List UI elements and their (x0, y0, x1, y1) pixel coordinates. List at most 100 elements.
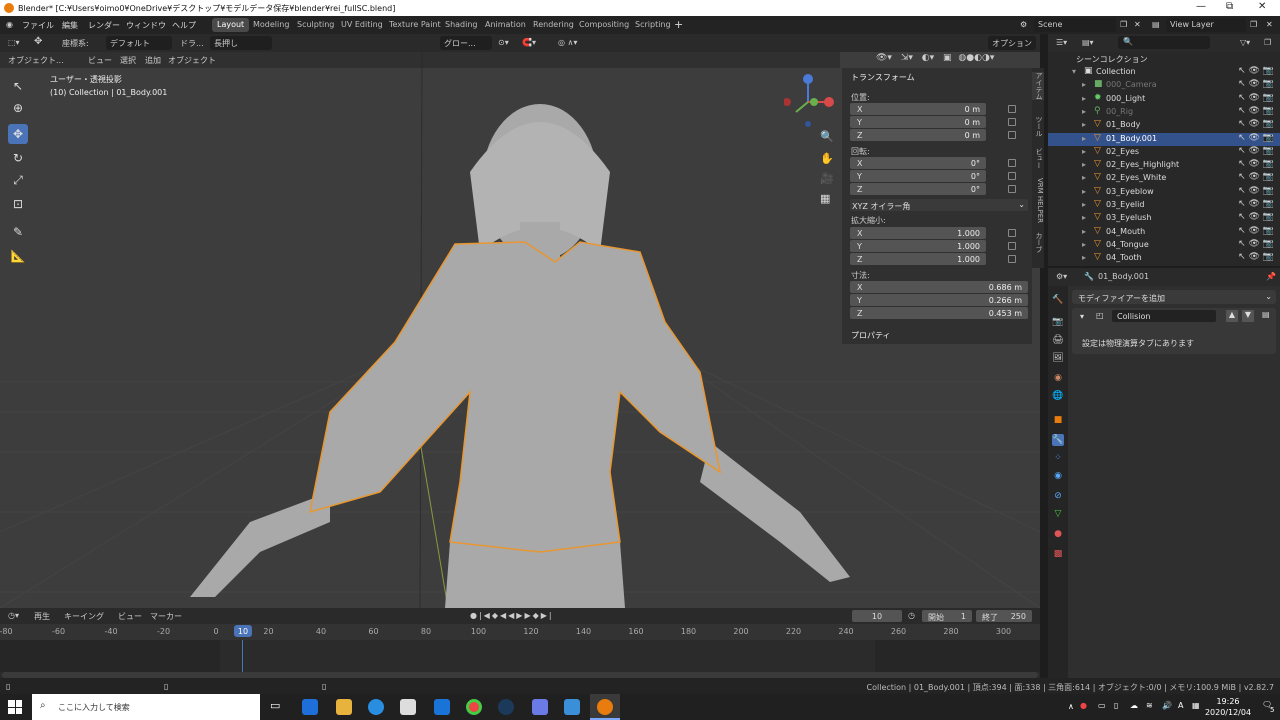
add-workspace-button[interactable]: + (674, 18, 683, 31)
constraints-tab-icon[interactable]: ⊘ (1052, 490, 1064, 502)
visibility-toggle-icon[interactable]: ↖ 👁 📷 (1238, 119, 1274, 129)
outliner-item[interactable]: ▸ ▽ 01_Body.001 ↖ 👁 📷 (1048, 132, 1280, 146)
outliner-item[interactable]: ▸ ■ 000_Camera ↖ 👁 📷 (1048, 79, 1280, 92)
delete-view-layer-icon[interactable]: ✕ (1266, 20, 1273, 29)
rotation-x-field[interactable]: X 0° (850, 157, 986, 169)
visibility-toggle-icon[interactable]: ↖ 👁 📷 (1238, 93, 1274, 103)
cloud-icon[interactable]: ☁ (1130, 701, 1138, 710)
lock-icon[interactable] (1008, 255, 1016, 263)
move-tool-icon[interactable]: ✥ (8, 124, 28, 144)
lock-icon[interactable] (1008, 105, 1016, 113)
expand-arrow-icon[interactable]: ▾ (1072, 67, 1076, 76)
visibility-toggle-icon[interactable]: ↖ 👁 📷 (1238, 199, 1274, 209)
lock-icon[interactable] (1008, 229, 1016, 237)
world-tab-icon[interactable]: 🌐 (1052, 390, 1064, 402)
lock-icon[interactable] (1008, 185, 1016, 193)
ortho-grid-icon[interactable]: ▦ (820, 192, 830, 205)
expand-arrow-icon[interactable]: ▸ (1082, 253, 1086, 262)
tab-curve[interactable]: カーブ (1032, 232, 1044, 253)
file-explorer-icon[interactable] (336, 699, 352, 715)
expand-arrow-icon[interactable]: ▸ (1082, 187, 1086, 196)
volume-icon[interactable]: 🔊 (1162, 701, 1172, 710)
visibility-icon[interactable]: 👁▾ (876, 53, 892, 63)
outliner-item[interactable]: ▸ ▽ 03_Eyelush ↖ 👁 📷 (1048, 212, 1280, 225)
start-button-icon[interactable] (8, 700, 22, 714)
pin-icon[interactable]: 📌 (1266, 272, 1276, 281)
tab-animation[interactable]: Animation (480, 18, 531, 32)
visibility-toggle-icon[interactable]: ↖ 👁 📷 (1238, 172, 1274, 182)
wifi-icon[interactable]: ≋ (1146, 701, 1153, 710)
clock-time[interactable]: 19:26 (1208, 697, 1248, 706)
visibility-toggle-icon[interactable]: ↖ 👁 📷 (1238, 79, 1274, 89)
location-y-field[interactable]: Y0 m (850, 116, 986, 128)
view-layer-tab-icon[interactable]: 🖼 (1052, 352, 1064, 364)
select-menu[interactable]: 選択 (120, 55, 136, 66)
tab-layout[interactable]: Layout (212, 18, 250, 32)
menu-edit[interactable]: 編集 (62, 20, 78, 31)
navigation-gizmo[interactable] (784, 72, 838, 132)
visibility-toggle-icon[interactable]: ↖ 👁 📷 (1238, 146, 1274, 156)
tab-texture-paint[interactable]: Texture Paint (384, 18, 446, 32)
current-frame-field[interactable]: 10 (852, 610, 902, 622)
lock-icon[interactable] (1008, 159, 1016, 167)
maximize-button[interactable]: ⧉ (1226, 1, 1233, 12)
tab-vrm-helper[interactable]: VRM HELPER (1032, 178, 1044, 223)
blender-taskbar-button[interactable] (590, 694, 620, 720)
new-collection-icon[interactable]: ❐ (1264, 38, 1271, 47)
move-up-button[interactable]: ▲ (1226, 310, 1238, 322)
tray-app-icon[interactable]: ● (1080, 701, 1087, 710)
overlay-toggle-icon[interactable]: ◐▾ (922, 53, 934, 63)
tweak-tool-icon[interactable]: ↖ (8, 76, 28, 96)
ime-mode-icon[interactable]: ▦ (1192, 701, 1200, 710)
menu-help[interactable]: ヘルプ (172, 20, 196, 31)
ime-indicator[interactable]: A (1178, 701, 1183, 710)
modifier-name-field[interactable]: Collision (1112, 310, 1216, 322)
scene-tab-icon[interactable]: ◉ (1052, 372, 1064, 384)
tab-uv-editing[interactable]: UV Editing (336, 18, 388, 32)
menu-file[interactable]: ファイル (22, 20, 54, 31)
search-icon[interactable]: 🔍 (1118, 36, 1210, 49)
menu-render[interactable]: レンダー (88, 20, 120, 31)
expand-arrow-icon[interactable]: ▸ (1082, 160, 1086, 169)
properties-panel-title[interactable]: プロパティ (851, 330, 891, 341)
proportional-edit-icon[interactable]: ◎ ∧▾ (558, 38, 577, 47)
coord-system-dropdown[interactable]: デフォルト (106, 36, 172, 50)
tab-view[interactable]: ビュー (1032, 148, 1044, 169)
outliner-item[interactable]: ▸ ▽ 03_Eyeblow ↖ 👁 📷 (1048, 186, 1280, 199)
mail-icon[interactable] (434, 699, 450, 715)
transform-panel-title[interactable]: トランスフォーム (851, 72, 915, 83)
delete-scene-icon[interactable]: ✕ (1134, 20, 1141, 29)
expand-arrow-icon[interactable]: ▸ (1082, 80, 1086, 89)
start-frame-field[interactable]: 開始 1 (922, 610, 972, 622)
add-modifier-dropdown[interactable]: モディファイアーを追加 ⌄ (1072, 290, 1276, 304)
visibility-toggle-icon[interactable]: ↖ 👁 📷 (1238, 159, 1274, 169)
rotate-tool-icon[interactable]: ↻ (8, 148, 28, 168)
expand-arrow-icon[interactable]: ▸ (1082, 134, 1086, 143)
visibility-toggle-icon[interactable]: ↖ 👁 📷 (1238, 106, 1274, 116)
keying-menu[interactable]: キーイング (64, 611, 104, 622)
tool-tab-icon[interactable]: 🔨 (1052, 294, 1064, 306)
annotate-tool-icon[interactable]: ✎ (8, 222, 28, 242)
visibility-toggle-icon[interactable]: ↖ 👁 📷 (1238, 186, 1274, 196)
expand-arrow-icon[interactable]: ▸ (1082, 147, 1086, 156)
data-tab-icon[interactable]: ▽ (1052, 508, 1064, 520)
tab-scripting[interactable]: Scripting (630, 18, 676, 32)
edge-browser-icon[interactable] (368, 699, 384, 715)
gizmo-toggle-icon[interactable]: ⇲▾ (901, 53, 913, 63)
pan-hand-icon[interactable]: ✋ (820, 152, 834, 165)
scene-selector[interactable]: Scene (1034, 18, 1116, 32)
chrome-icon[interactable] (466, 699, 482, 715)
outliner-item[interactable]: ▸ ⚲ 00_Rig ↖ 👁 📷 (1048, 106, 1280, 119)
physics-tab-icon[interactable]: ◉ (1052, 470, 1064, 482)
blender-menu-icon[interactable]: ◉ (6, 20, 13, 29)
tab-item[interactable]: アイテム (1032, 72, 1044, 100)
clock-date[interactable]: 2020/12/04 (1200, 708, 1256, 717)
tab-tool[interactable]: ツール (1032, 116, 1044, 137)
steam-icon[interactable] (498, 699, 514, 715)
store-icon[interactable] (400, 699, 416, 715)
lock-icon[interactable] (1008, 118, 1016, 126)
lock-icon[interactable] (1008, 242, 1016, 250)
move-down-button[interactable]: ▼ (1242, 310, 1254, 322)
editor-type-icon[interactable]: ⬚▾ (8, 38, 20, 47)
location-z-field[interactable]: Z0 m (850, 129, 986, 141)
